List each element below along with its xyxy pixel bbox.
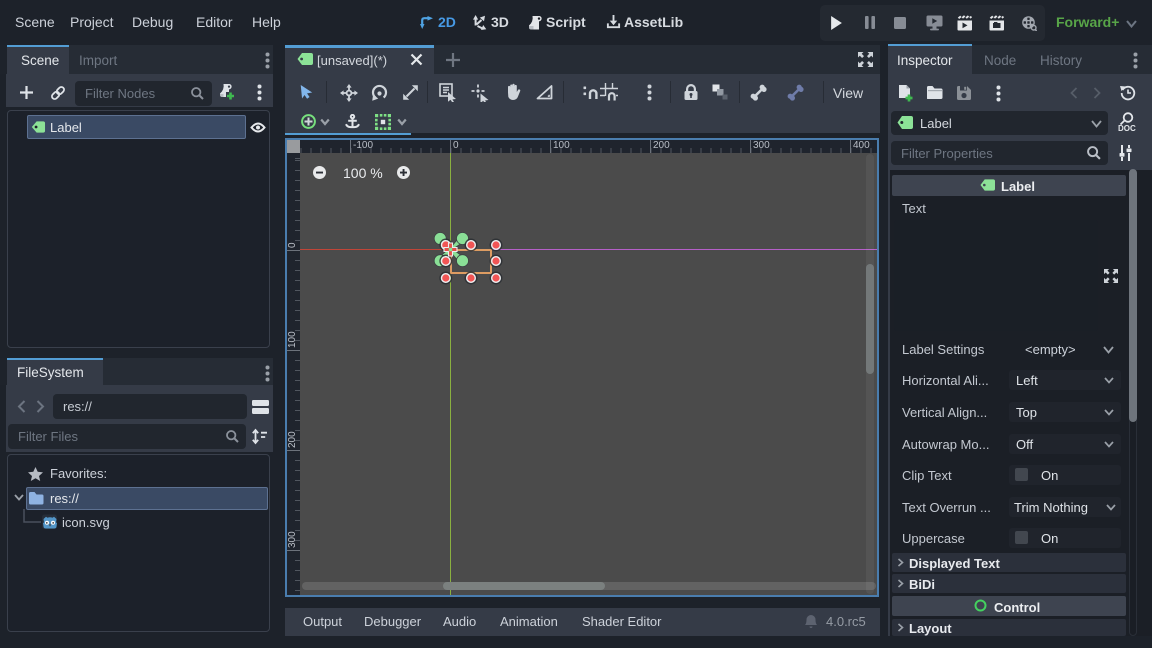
svg-text:DOC: DOC (1118, 124, 1136, 133)
